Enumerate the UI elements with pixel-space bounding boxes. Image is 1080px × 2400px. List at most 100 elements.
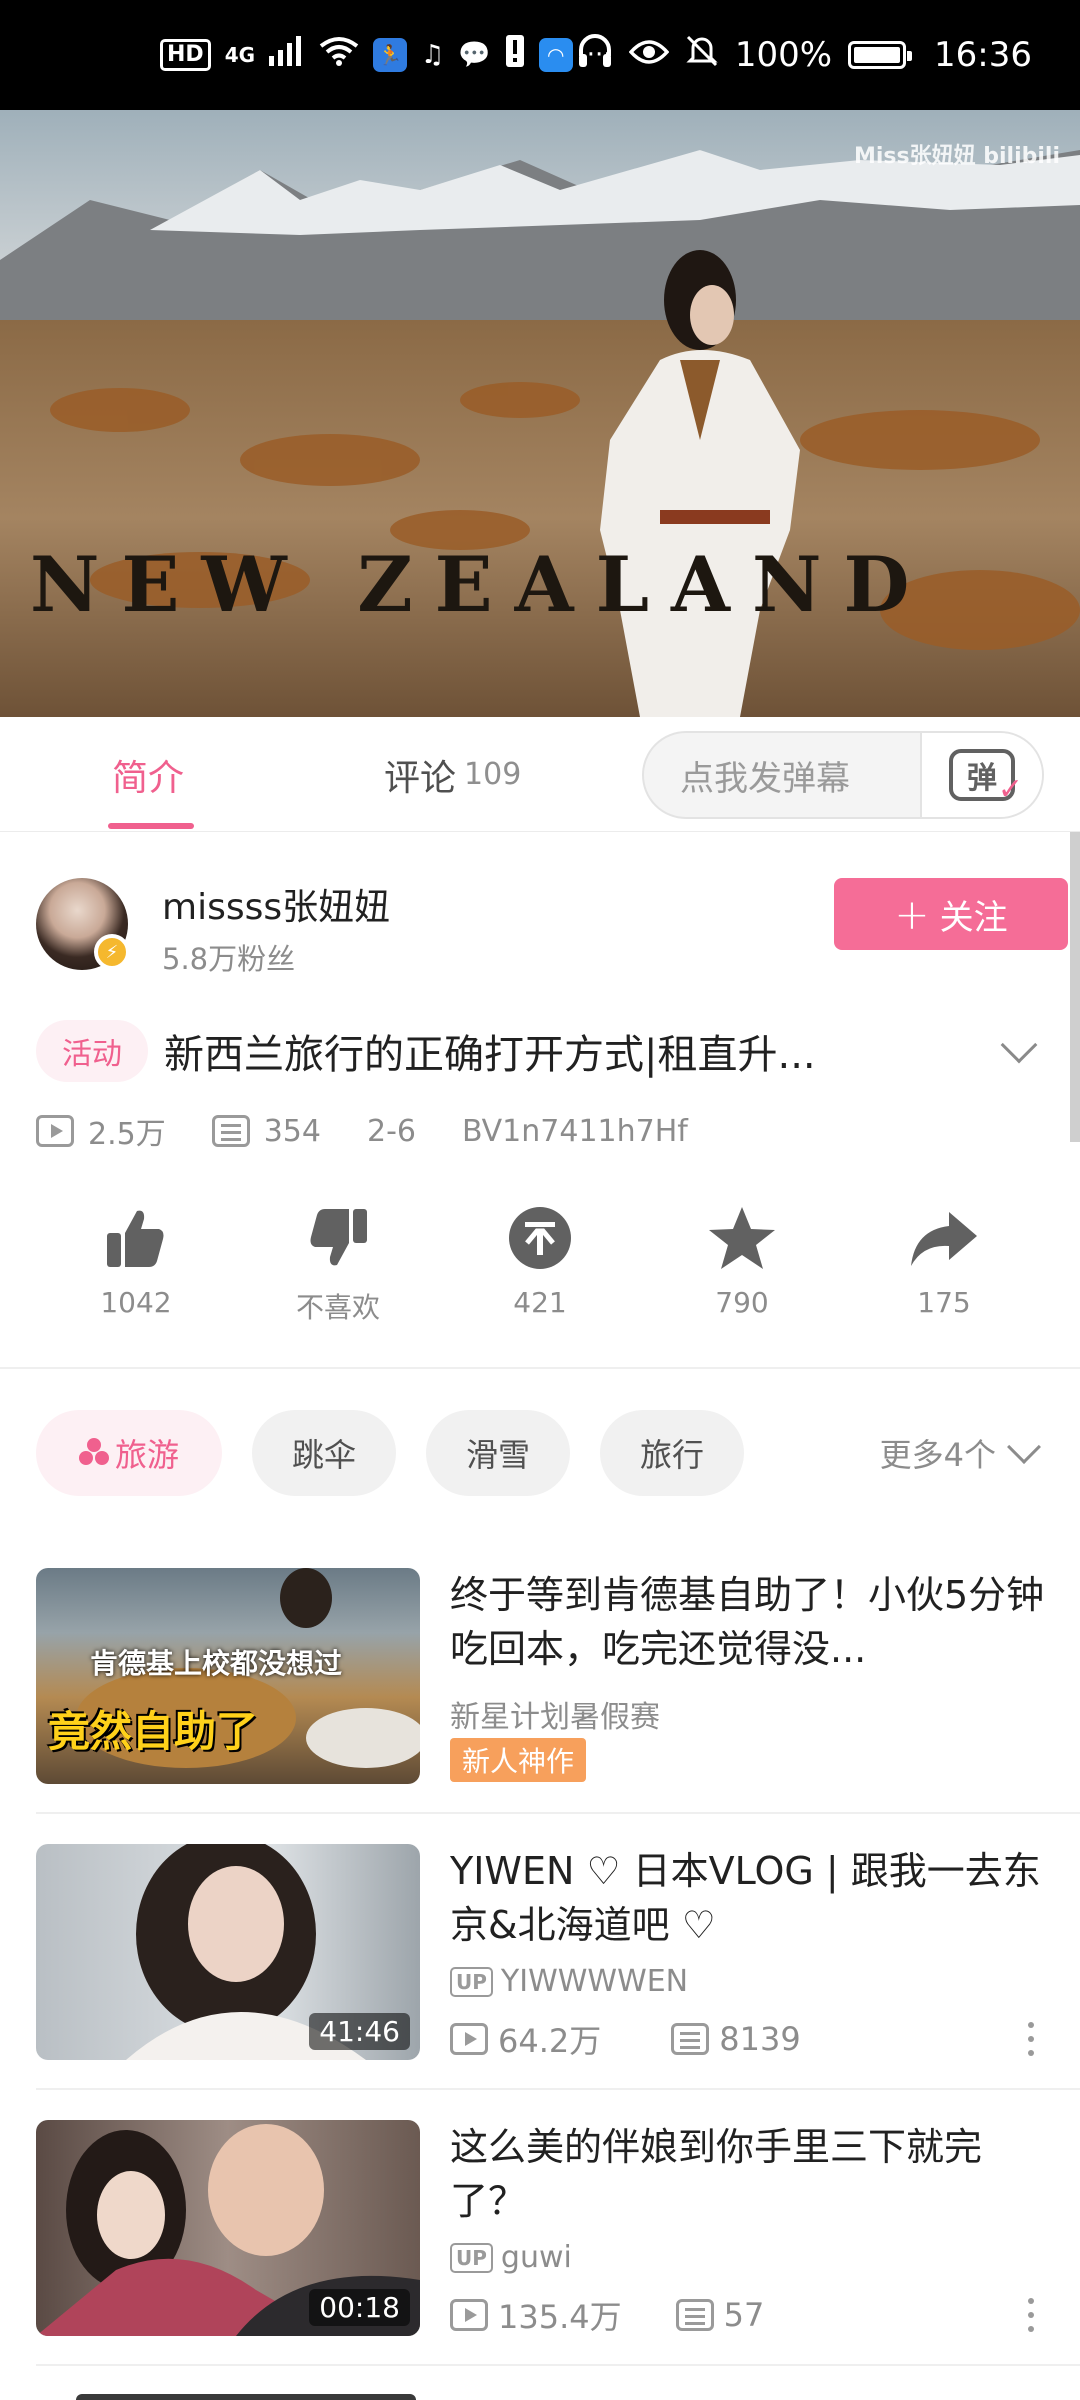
running-app-icon: 🏃 (373, 38, 408, 72)
wifi-icon (319, 35, 359, 75)
app-icon: ◠ (538, 38, 573, 72)
chevron-down-icon (1007, 1430, 1041, 1464)
video-duration: 41:46 (309, 2013, 410, 2050)
more-options-icon[interactable] (1026, 2298, 1036, 2338)
video-thumbnail[interactable]: 41:46 (36, 1844, 420, 2060)
uploader-name: YIWWWWEN (500, 1964, 689, 1999)
battery-percent: 100% (734, 35, 833, 75)
related-uploader: UP YIWWWWEN (450, 1964, 688, 1999)
video-thumbnail[interactable]: 肯德基上校都没想过 竟然自助了 (36, 1568, 420, 1784)
related-title: 终于等到肯德基自助了！小伙5分钟吃回本，吃完还觉得没... (450, 1573, 1045, 1671)
check-icon: ✓ (997, 772, 1023, 807)
danmaku-icon-char: 弹 (967, 761, 997, 796)
related-video-item[interactable]: 41:46 YIWEN ♡ 日本VLOG | 跟我一去东京&北海道吧 ♡ UP … (36, 1844, 1046, 2064)
divider (36, 1812, 1080, 1814)
status-right: 100% 16:36 (577, 33, 1032, 77)
tab-intro-label: 简介 (112, 757, 185, 799)
favorite-button[interactable]: 790 (662, 1190, 822, 1319)
publish-date: 2-6 (366, 1113, 416, 1149)
tab-comments[interactable]: 评论 109 (384, 717, 521, 832)
tag-label: 旅行 (639, 1436, 704, 1474)
danmaku-count-icon (671, 2023, 710, 2055)
related-title: 这么美的伴娘到你手里三下就完了？ (450, 2125, 983, 2223)
divider (36, 2364, 1080, 2366)
up-icon: UP (450, 1966, 493, 1997)
scrollbar[interactable] (1070, 832, 1080, 1142)
tag-travel-channel[interactable]: 旅游 (36, 1410, 222, 1496)
next-item-peek (76, 2394, 416, 2400)
share-button[interactable]: 175 (864, 1190, 1024, 1319)
danmaku-count: 8139 (719, 2020, 801, 2058)
follow-label: 关注 (939, 897, 1008, 938)
related-video-item[interactable]: 00:18 这么美的伴娘到你手里三下就完了？ UP guwi 135.4万 57 (36, 2120, 1046, 2340)
play-count-icon (450, 2299, 488, 2331)
more-tags-button[interactable]: 更多4个 (879, 1410, 1041, 1496)
tab-comments-label: 评论 (384, 757, 457, 799)
tab-intro[interactable]: 简介 (112, 717, 184, 832)
danmaku-count-icon (675, 2299, 714, 2331)
share-arrow-icon (864, 1190, 1024, 1286)
coin-button[interactable]: 421 (460, 1190, 620, 1319)
chevron-down-icon[interactable] (1000, 1026, 1038, 1064)
follow-button[interactable]: + 关注 (834, 878, 1068, 950)
favorite-count: 790 (715, 1286, 769, 1319)
video-player[interactable]: Miss张妞妞 bilibili NEW ZEALAND (0, 110, 1080, 717)
music-app-icon: ♫ (421, 40, 445, 70)
eye-icon (628, 35, 670, 75)
hd-badge: HD (160, 39, 211, 71)
more-tags-label: 更多4个 (879, 1436, 996, 1474)
video-thumbnail[interactable]: 00:18 (36, 2120, 420, 2336)
tag-label: 旅游 (114, 1436, 179, 1474)
campaign-label: 新星计划暑假赛 (450, 1700, 660, 1735)
danmaku-input[interactable]: 点我发弹幕 弹 ✓ (642, 731, 1044, 819)
related-video-item[interactable]: 肯德基上校都没想过 竟然自助了 终于等到肯德基自助了！小伙5分钟吃回本，吃完还觉… (36, 1568, 1046, 1788)
view-count: 64.2万 (498, 2022, 602, 2060)
uploader-name[interactable]: missss张妞妞 (162, 878, 390, 930)
thumbs-up-icon (56, 1190, 216, 1286)
tag-label: 滑雪 (465, 1436, 530, 1474)
tag-travel[interactable]: 旅行 (600, 1410, 744, 1496)
dislike-label: 不喜欢 (295, 1291, 380, 1324)
video-title-row[interactable]: 活动 新西兰旅行的正确打开方式|租直升... (36, 1016, 1046, 1086)
tab-comments-count: 109 (464, 757, 522, 792)
dislike-button[interactable]: 不喜欢 (258, 1190, 418, 1326)
divider (0, 1367, 1080, 1369)
thumbnail-caption-bottom: 竟然自助了 (48, 1707, 259, 1756)
video-meta: 2.5万 354 2-6 BV1n7411h7Hf (36, 1108, 688, 1154)
signal-icon (269, 35, 305, 75)
tab-bar: 简介 评论 109 点我发弹幕 弹 ✓ (0, 717, 1080, 832)
like-button[interactable]: 1042 (56, 1190, 216, 1319)
danmaku-count: 354 (263, 1113, 321, 1149)
uploader-fans: 5.8万粉丝 (162, 942, 296, 976)
mute-bell-icon (685, 34, 719, 77)
share-count: 175 (917, 1286, 971, 1319)
bvid: BV1n7411h7Hf (461, 1113, 688, 1149)
lightning-badge-icon: ⚡ (94, 934, 130, 970)
tag-skiing[interactable]: 滑雪 (426, 1410, 570, 1496)
danmaku-toggle-button[interactable]: 弹 ✓ (920, 733, 1042, 817)
uploader-info: ⚡ missss张妞妞 5.8万粉丝 + 关注 (36, 878, 1068, 978)
related-subtitle: 新星计划暑假赛 (450, 1692, 660, 1736)
like-count: 1042 (100, 1286, 172, 1319)
network-label: 4G (224, 43, 256, 67)
uploader-name: guwi (500, 2240, 572, 2275)
video-title: 新西兰旅行的正确打开方式|租直升... (164, 1032, 816, 1078)
status-bar: HD 4G 🏃 ♫ 💬 ◠ ··· 100% 16:36 (0, 0, 1080, 110)
more-options-icon[interactable] (1026, 2022, 1036, 2062)
wechat-icon: 💬 (458, 40, 491, 70)
video-duration: 00:18 (309, 2289, 410, 2326)
more-notifications: ··· (586, 40, 612, 70)
alert-icon (505, 34, 525, 77)
play-count-icon (450, 2023, 488, 2055)
play-count-icon (36, 1115, 74, 1147)
status-left-icons: HD 4G 🏃 ♫ 💬 ◠ ··· (160, 0, 612, 110)
video-overlay-text: NEW ZEALAND (30, 540, 932, 629)
activity-tag[interactable]: 活动 (36, 1020, 148, 1082)
action-bar: 1042 不喜欢 421 790 175 (0, 1190, 1080, 1360)
channel-dots-icon (78, 1438, 109, 1468)
tab-active-indicator (108, 823, 194, 829)
tag-row: 旅游 跳伞 滑雪 旅行 更多4个 (36, 1410, 1046, 1496)
coin-count: 421 (513, 1286, 567, 1319)
related-uploader: UP guwi (450, 2240, 572, 2275)
tag-skydiving[interactable]: 跳伞 (252, 1410, 396, 1496)
